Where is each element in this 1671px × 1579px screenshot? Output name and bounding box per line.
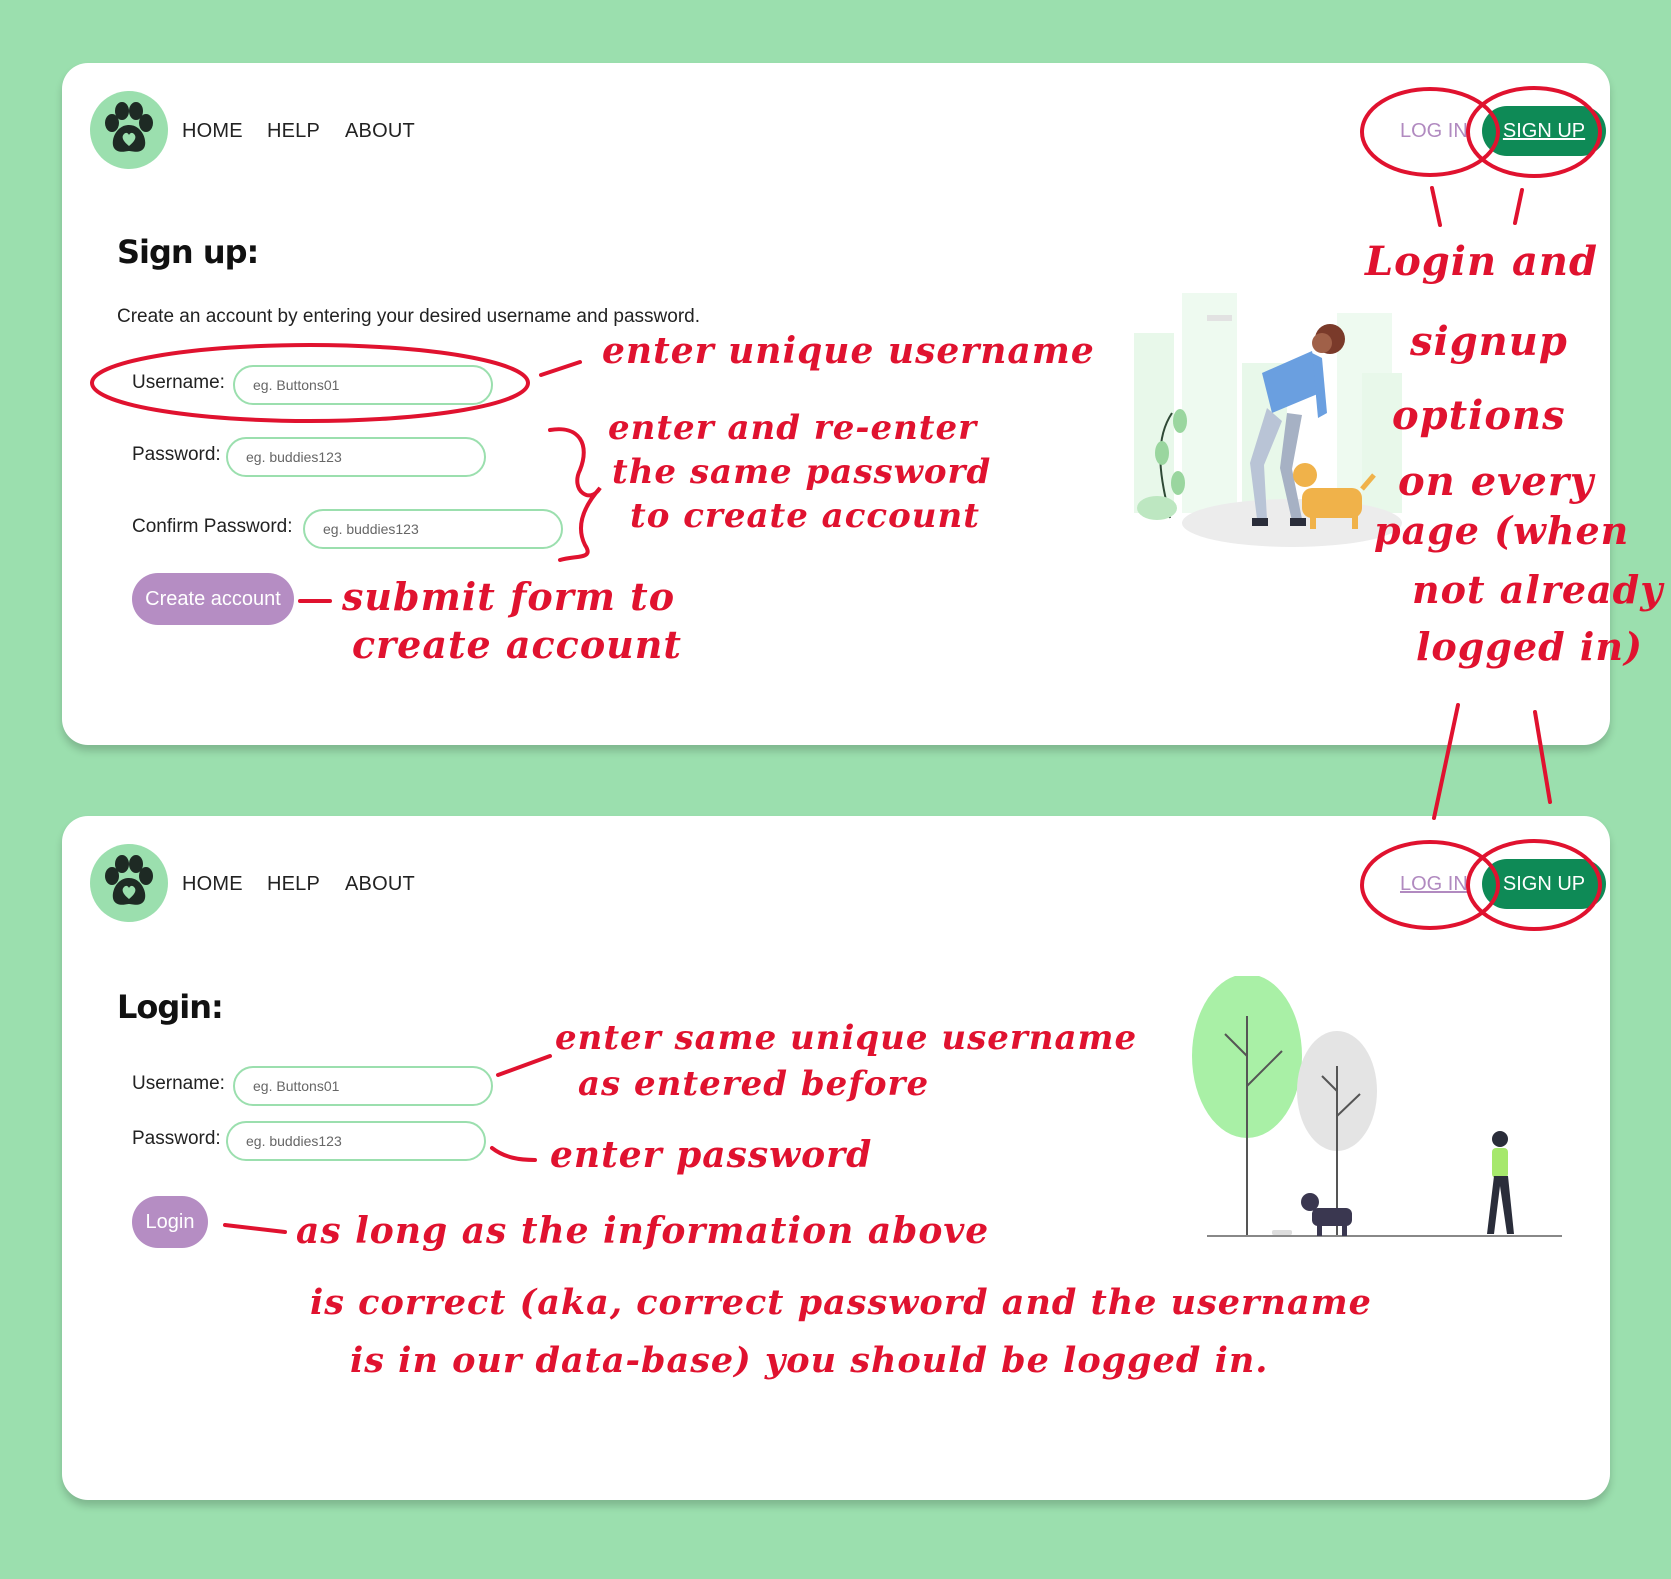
annotation-options-line5: page (when	[1374, 508, 1630, 553]
password-label: Password:	[132, 1128, 221, 1149]
nav-about-link[interactable]: ABOUT	[345, 120, 415, 143]
annotation-password-line1: enter and re-enter	[608, 408, 978, 448]
annotation-options-line4: on every	[1398, 458, 1595, 505]
annotation-password-line2: the same password	[612, 452, 992, 492]
annotation-options-line3: options	[1392, 392, 1566, 439]
annotation-same-username-line1: enter same unique username	[555, 1018, 1138, 1058]
username-label: Username:	[132, 372, 225, 393]
nav-login-link[interactable]: LOG IN	[1400, 120, 1468, 143]
confirm-password-label: Confirm Password:	[132, 516, 293, 537]
password-input[interactable]	[226, 437, 486, 477]
nav-help-link[interactable]: HELP	[267, 120, 320, 143]
nav-help-link[interactable]: HELP	[267, 873, 320, 896]
annotation-unique-username: enter unique username	[602, 330, 1095, 372]
signup-page-card: HOME HELP ABOUT LOG IN SIGN UP Sign up: …	[62, 63, 1610, 745]
username-label: Username:	[132, 1073, 225, 1094]
annotation-options-line2: signup	[1410, 318, 1568, 365]
annotation-password-line3: to create account	[630, 496, 980, 536]
nav-home-link[interactable]: HOME	[182, 873, 243, 896]
annotation-submit-line2: create account	[352, 622, 682, 667]
signup-intro-text: Create an account by entering your desir…	[117, 306, 701, 327]
username-input[interactable]	[233, 1066, 493, 1106]
paw-logo-icon[interactable]	[90, 91, 168, 169]
annotation-enter-password: enter password	[550, 1134, 873, 1176]
username-input[interactable]	[233, 365, 493, 405]
password-label: Password:	[132, 444, 221, 465]
trees-and-walker-illustration	[1192, 976, 1562, 1237]
password-input[interactable]	[226, 1121, 486, 1161]
annotation-options-line7: logged in)	[1416, 624, 1643, 669]
confirm-password-input[interactable]	[303, 509, 563, 549]
annotation-options-line6: not already	[1412, 567, 1664, 612]
annotation-login-line1: as long as the information above	[296, 1210, 990, 1252]
paw-logo-icon[interactable]	[90, 844, 168, 922]
annotation-login-line3: is in our data-base) you should be logge…	[350, 1340, 1269, 1381]
annotation-same-username-line2: as entered before	[578, 1064, 930, 1104]
create-account-button[interactable]: Create account	[132, 573, 294, 625]
page-title: Sign up:	[117, 233, 259, 271]
annotation-login-line2: is correct (aka, correct password and th…	[310, 1282, 1372, 1323]
nav-signup-button[interactable]: SIGN UP	[1482, 859, 1606, 909]
nav-home-link[interactable]: HOME	[182, 120, 243, 143]
annotation-options-line1: Login and	[1365, 238, 1598, 285]
nav-login-link[interactable]: LOG IN	[1400, 873, 1468, 896]
page-title: Login:	[117, 988, 224, 1026]
annotation-submit-line1: submit form to	[342, 574, 676, 619]
nav-about-link[interactable]: ABOUT	[345, 873, 415, 896]
nav-signup-button[interactable]: SIGN UP	[1482, 106, 1606, 156]
login-button[interactable]: Login	[132, 1196, 208, 1248]
